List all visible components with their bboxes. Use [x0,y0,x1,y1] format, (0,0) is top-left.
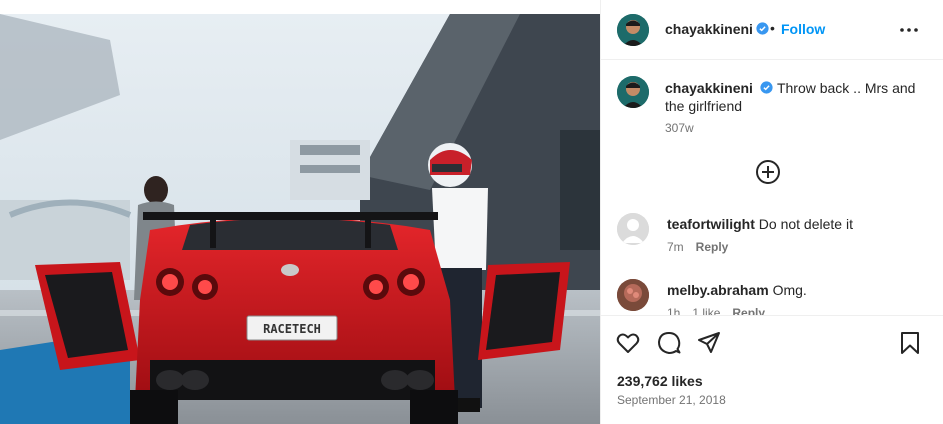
comment-body: Omg. [772,282,807,298]
verified-badge-icon [756,22,769,35]
profile-photo-icon [617,76,649,108]
default-avatar-icon [617,213,649,245]
post-date[interactable]: September 21, 2018 [617,393,726,407]
profile-photo-icon [617,279,649,311]
comment-time[interactable]: 7m [667,240,684,254]
caption-timestamp[interactable]: 307w [665,121,694,135]
separator-dot: • [770,20,775,36]
more-horizontal-icon[interactable] [897,20,921,40]
comment-meta: 7m Reply [667,240,740,254]
plus-circle-icon[interactable] [755,159,781,185]
plate-text: RACETECH [263,322,321,336]
post-header: chayakkineni • Follow [601,0,943,60]
comment-icon[interactable] [656,330,682,356]
caption-username[interactable]: chayakkineni [665,80,753,96]
verified-badge-icon [760,81,773,94]
heart-icon[interactable] [615,330,641,356]
post-sidebar: chayakkineni • Follow chayakkineni Throw … [600,0,943,424]
comment-text: teafortwilight Do not delete it [667,216,853,232]
comment-username[interactable]: teafortwilight [667,216,755,232]
post-actions: 239,762 likes September 21, 2018 [601,315,943,424]
reply-button[interactable]: Reply [696,240,729,254]
comment-body: Do not delete it [758,216,853,232]
caption-text: chayakkineni Throw back .. Mrs and the gi… [665,79,925,115]
commenter-avatar[interactable] [617,213,649,245]
bookmark-icon[interactable] [897,330,923,356]
author-username[interactable]: chayakkineni [665,21,753,37]
author-name[interactable]: chayakkineni [665,21,769,37]
caption-avatar[interactable] [617,76,649,108]
post-image[interactable]: RACETECH [0,0,600,424]
follow-button[interactable]: Follow [781,21,825,37]
like-count[interactable]: 239,762 likes [617,373,703,389]
comment-username[interactable]: melby.abraham [667,282,769,298]
profile-photo-icon [617,14,649,46]
share-icon[interactable] [696,330,722,356]
commenter-avatar[interactable] [617,279,649,311]
author-avatar[interactable] [617,14,649,46]
comment-item: teafortwilight Do not delete it 7m Reply [617,213,932,254]
race-car-photo: RACETECH [0,0,600,424]
comment-text: melby.abraham Omg. [667,282,807,298]
comment-item: melby.abraham Omg. 1h 1 like Reply [617,279,932,320]
